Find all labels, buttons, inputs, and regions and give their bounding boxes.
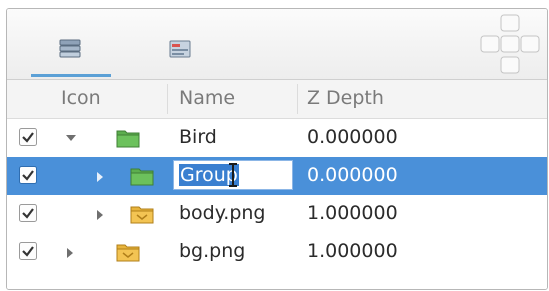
visibility-checkbox[interactable] [19, 242, 37, 260]
column-header-name[interactable]: Name [179, 87, 235, 109]
text-cursor-icon [229, 163, 237, 187]
layer-zdepth: 0.000000 [307, 126, 398, 148]
layer-zdepth: 1.000000 [307, 202, 398, 224]
expander-open-icon[interactable] [65, 133, 77, 143]
visibility-checkbox[interactable] [19, 204, 37, 222]
layer-name: body.png [179, 202, 266, 224]
layer-name-edit-field[interactable]: Group [173, 160, 293, 190]
layers-tree: Icon Name Z Depth Bird 0.000000 Group 0.… [7, 80, 547, 289]
expander-closed-icon[interactable] [95, 209, 105, 221]
dock-grip-icon[interactable] [479, 13, 541, 75]
layer-row-bg-png[interactable]: bg.png 1.000000 [7, 233, 547, 271]
expander-closed-icon[interactable] [65, 247, 75, 259]
column-header-row: Icon Name Z Depth [7, 80, 547, 119]
panel-tab-bar [7, 9, 547, 80]
layer-name: Bird [179, 126, 217, 148]
expander-closed-icon[interactable] [95, 171, 105, 183]
image-layer-icon [116, 244, 140, 262]
layer-row-body-png[interactable]: body.png 1.000000 [7, 195, 547, 233]
layers-panel: Icon Name Z Depth Bird 0.000000 Group 0.… [6, 8, 548, 290]
visibility-checkbox[interactable] [19, 128, 37, 146]
column-header-icon[interactable]: Icon [61, 87, 101, 109]
visibility-checkbox[interactable] [19, 166, 37, 184]
column-separator [167, 84, 168, 114]
layer-row-group[interactable]: Group 0.000000 [7, 157, 547, 195]
layer-zdepth: 1.000000 [307, 240, 398, 262]
layer-row-bird[interactable]: Bird 0.000000 [7, 119, 547, 157]
group-folder-icon [130, 168, 154, 186]
layers-icon [59, 39, 81, 58]
tab-params[interactable] [141, 25, 221, 77]
image-layer-icon [130, 206, 154, 224]
layer-name: bg.png [179, 240, 246, 262]
group-folder-icon [116, 130, 140, 148]
column-separator [297, 84, 298, 114]
params-icon [169, 40, 191, 58]
column-header-zdepth[interactable]: Z Depth [307, 87, 384, 109]
tab-layers[interactable] [31, 25, 111, 77]
layer-zdepth: 0.000000 [307, 164, 398, 186]
